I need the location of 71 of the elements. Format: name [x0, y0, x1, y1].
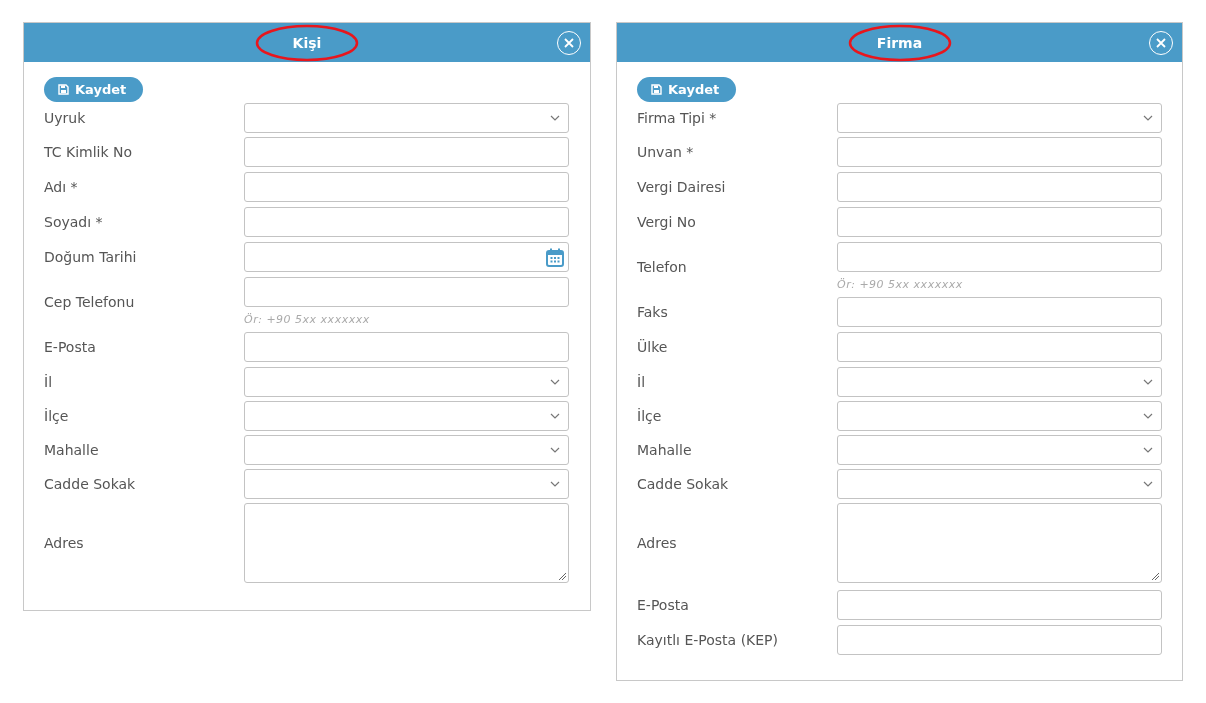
input-field[interactable] — [244, 172, 569, 202]
resize-handle-icon[interactable] — [1151, 572, 1159, 580]
select-field[interactable] — [837, 469, 1162, 499]
chevron-down-icon — [550, 481, 560, 487]
chevron-down-icon — [1143, 447, 1153, 453]
input-field[interactable] — [244, 137, 569, 167]
input-field[interactable] — [244, 207, 569, 237]
field-label: Vergi Dairesi — [637, 179, 727, 195]
select-field[interactable] — [244, 103, 569, 133]
field-label: Doğum Tarihi — [44, 249, 138, 265]
select-field[interactable] — [244, 401, 569, 431]
resize-handle-icon[interactable] — [558, 572, 566, 580]
chevron-down-icon — [550, 447, 560, 453]
field-label: Vergi No — [637, 214, 697, 230]
field-label: Adres — [44, 535, 85, 551]
select-field[interactable] — [837, 103, 1162, 133]
field-label: Cep Telefonu — [44, 294, 136, 310]
field-label: Unvan * — [637, 144, 695, 160]
input-field[interactable] — [837, 242, 1162, 272]
calendar-icon — [546, 247, 564, 267]
input-field[interactable] — [837, 207, 1162, 237]
select-field[interactable] — [837, 401, 1162, 431]
chevron-down-icon — [1143, 413, 1153, 419]
close-icon — [564, 38, 574, 48]
chevron-down-icon — [550, 379, 560, 385]
field-label: Mahalle — [637, 442, 693, 458]
chevron-down-icon — [1143, 379, 1153, 385]
field-label: İl — [44, 374, 54, 390]
input-field[interactable] — [837, 137, 1162, 167]
chevron-down-icon — [550, 115, 560, 121]
input-field[interactable] — [244, 277, 569, 307]
dialog-title: Firma — [876, 34, 923, 51]
chevron-down-icon — [1143, 115, 1153, 121]
field-label: İlçe — [637, 408, 663, 424]
dialog-title: Kişi — [292, 34, 322, 51]
field-label: Faks — [637, 304, 669, 320]
field-label: Adres — [637, 535, 678, 551]
field-label: E-Posta — [44, 339, 97, 355]
input-field[interactable] — [837, 625, 1162, 655]
field-label: Firma Tipi * — [637, 110, 718, 126]
field-label: İlçe — [44, 408, 70, 424]
chevron-down-icon — [1143, 481, 1153, 487]
input-field[interactable] — [837, 172, 1162, 202]
hint-text: Ör: +90 5xx xxxxxxx — [244, 313, 371, 327]
field-label: Ülke — [637, 339, 669, 355]
save-button[interactable]: Kaydet — [44, 77, 144, 102]
close-icon — [1156, 38, 1166, 48]
hint-text: Ör: +90 5xx xxxxxxx — [837, 278, 964, 292]
select-field[interactable] — [837, 435, 1162, 465]
field-label: Cadde Sokak — [637, 476, 730, 492]
field-label: TC Kimlik No — [44, 144, 134, 160]
save-button[interactable]: Kaydet — [637, 77, 737, 102]
select-field[interactable] — [244, 435, 569, 465]
chevron-down-icon — [550, 413, 560, 419]
date-field[interactable] — [244, 242, 569, 272]
field-label: Adı * — [44, 179, 79, 195]
input-field[interactable] — [244, 332, 569, 362]
input-field[interactable] — [837, 297, 1162, 327]
field-label: Soyadı * — [44, 214, 104, 230]
select-field[interactable] — [244, 469, 569, 499]
field-label: Uyruk — [44, 110, 87, 126]
field-label: İl — [637, 374, 647, 390]
field-label: Mahalle — [44, 442, 100, 458]
field-label: Cadde Sokak — [44, 476, 137, 492]
select-field[interactable] — [244, 367, 569, 397]
field-label: Kayıtlı E-Posta (KEP) — [637, 632, 780, 648]
input-field[interactable] — [837, 332, 1162, 362]
field-label: E-Posta — [637, 597, 690, 613]
select-field[interactable] — [837, 367, 1162, 397]
field-label: Telefon — [637, 259, 688, 275]
input-field[interactable] — [837, 590, 1162, 620]
